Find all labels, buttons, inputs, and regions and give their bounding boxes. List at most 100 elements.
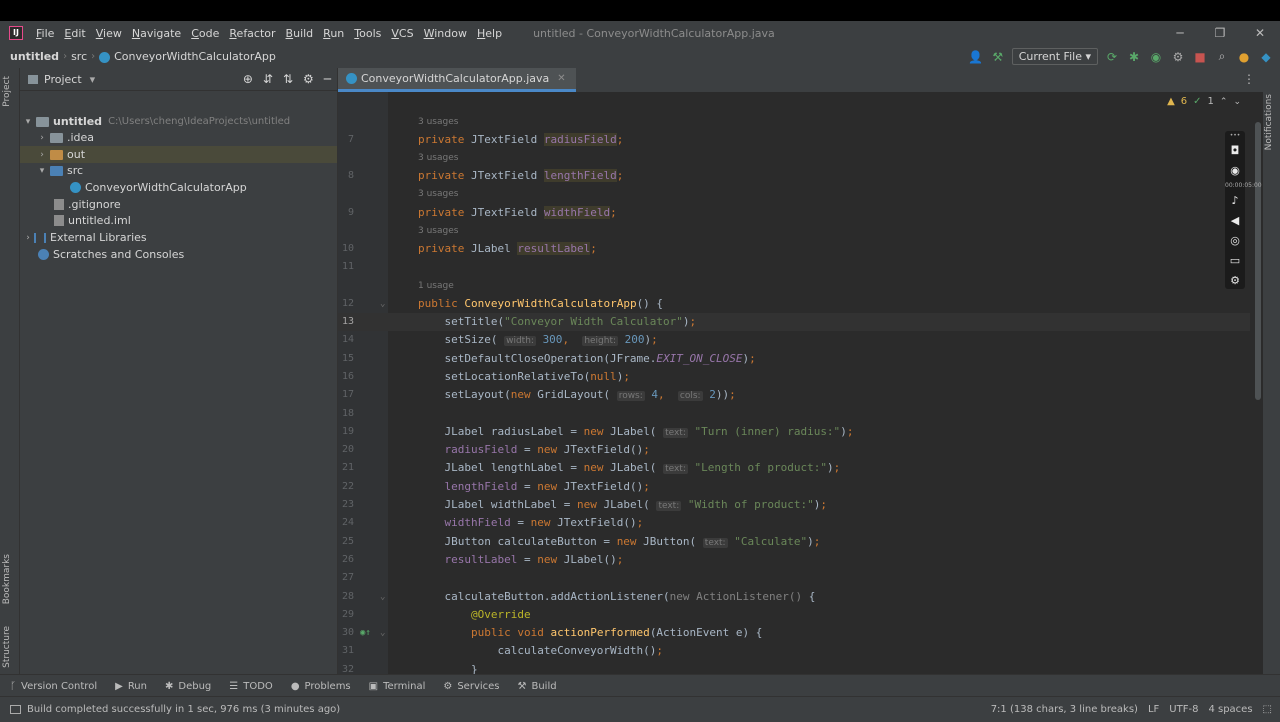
chevron-down-icon[interactable]: ▾ — [36, 166, 48, 176]
record-icon[interactable]: ◉ — [1225, 161, 1245, 181]
user-icon[interactable]: 👤 — [968, 50, 984, 64]
code-line: 23 JLabel widthLabel = new JLabel( text:… — [338, 496, 1250, 514]
camera-icon[interactable]: ◘ — [1225, 141, 1245, 161]
collapse-all-icon[interactable]: ⇅ — [283, 72, 293, 86]
chevron-up-icon[interactable]: ⌃ — [1220, 97, 1228, 107]
gear-icon[interactable]: ⚙ — [1225, 271, 1245, 291]
tool-window-version-control[interactable]: ᚴ Version Control — [10, 681, 97, 692]
more-icon[interactable]: ⋮ — [1243, 72, 1255, 86]
menu-help[interactable]: Help — [472, 27, 507, 40]
run-config-selector[interactable]: Current File ▾ — [1011, 48, 1098, 65]
code-line: 12 ⌄ public ConveyorWidthCalculatorApp() { — [338, 295, 1250, 313]
tool-window-run[interactable]: ▶ Run — [115, 681, 147, 692]
code-line: 20 radiusField = new JTextField(); — [338, 441, 1250, 459]
minimize-icon[interactable]: ─ — [1160, 21, 1200, 45]
project-pane-title[interactable]: Project — [44, 73, 82, 86]
hide-icon[interactable]: ─ — [324, 72, 331, 86]
speaker-icon[interactable]: ◀ — [1225, 211, 1245, 231]
tree-item-gitignore[interactable]: .gitignore — [20, 196, 337, 213]
right-tool-strip: Notifications — [1262, 68, 1280, 674]
chevron-right-icon[interactable]: › — [22, 233, 34, 243]
rerun-icon[interactable]: ⟳ — [1104, 50, 1120, 64]
chevron-down-icon[interactable]: ▾ — [22, 117, 34, 127]
stop-icon[interactable]: ■ — [1192, 50, 1208, 64]
debug-bug-icon[interactable]: ✱ — [1126, 50, 1142, 64]
search-icon[interactable]: ⌕ — [1214, 49, 1230, 64]
project-tool-tab[interactable]: Project — [2, 76, 12, 107]
drag-handle-icon[interactable]: ••• — [1225, 131, 1245, 141]
breadcrumb-file[interactable]: ConveyorWidthCalculatorApp — [95, 50, 280, 63]
navigation-bar: untitled › src › ConveyorWidthCalculator… — [0, 45, 1280, 69]
play-icon: ▶ — [115, 680, 123, 692]
lock-icon[interactable]: ⬚ — [1263, 704, 1272, 715]
override-marker-icon[interactable]: ◉↑ — [360, 624, 371, 642]
locate-file-icon[interactable]: ⊕ — [243, 72, 253, 86]
menu-edit[interactable]: Edit — [59, 27, 90, 40]
chevron-right-icon[interactable]: › — [36, 150, 48, 160]
tool-window-todo[interactable]: ☰ TODO — [229, 681, 273, 692]
menu-code[interactable]: Code — [186, 27, 224, 40]
breadcrumb-project[interactable]: untitled — [0, 50, 63, 63]
tree-item-label: .gitignore — [68, 198, 121, 211]
toggle-panel-icon[interactable] — [10, 705, 21, 714]
editor-scrollbar[interactable] — [1253, 122, 1263, 462]
tree-item-untitled[interactable]: ▾ untitled C:\Users\cheng\IdeaProjects\u… — [20, 113, 337, 130]
expand-all-icon[interactable]: ⇵ — [263, 72, 273, 86]
tree-item-scratches[interactable]: Scratches and Consoles — [20, 246, 337, 263]
line-number: 10 — [341, 243, 354, 254]
restore-icon[interactable]: ❐ — [1200, 21, 1240, 45]
menu-refactor[interactable]: Refactor — [224, 27, 280, 40]
caret-position[interactable]: 7:1 (138 chars, 3 line breaks) — [991, 704, 1138, 715]
tab-conveyor-width-calculator[interactable]: ConveyorWidthCalculatorApp.java ✕ — [338, 68, 576, 92]
close-icon[interactable]: ✕ — [1240, 21, 1280, 45]
tool-window-problems[interactable]: ● Problems — [291, 681, 351, 692]
menu-run[interactable]: Run — [318, 27, 349, 40]
screen-icon[interactable]: ▭ — [1225, 251, 1245, 271]
breadcrumb-folder[interactable]: src — [67, 50, 91, 63]
tree-item-class-file[interactable]: ConveyorWidthCalculatorApp — [20, 179, 337, 196]
coverage-icon[interactable]: ◉ — [1148, 50, 1164, 64]
indent-setting[interactable]: 4 spaces — [1208, 704, 1252, 715]
menu-window[interactable]: Window — [419, 27, 472, 40]
fold-icon[interactable]: ⌄ — [380, 588, 385, 606]
profiler-icon[interactable]: ⚙ — [1170, 50, 1186, 64]
chevron-down-icon[interactable]: ⌄ — [1233, 97, 1241, 107]
gear-icon[interactable]: ⚙ — [303, 72, 314, 86]
tool-window-services[interactable]: ⚙ Services — [443, 681, 499, 692]
menu-file[interactable]: File — [31, 27, 59, 40]
line-separator[interactable]: LF — [1148, 704, 1159, 715]
webcam-icon[interactable]: ◎ — [1225, 231, 1245, 251]
tool-window-label: Problems — [304, 680, 351, 692]
scrollbar-thumb[interactable] — [1255, 122, 1261, 400]
bookmarks-tool-tab[interactable]: Bookmarks — [2, 554, 12, 604]
plugin-icon[interactable]: ◆ — [1258, 50, 1274, 64]
structure-tool-tab[interactable]: Structure — [2, 626, 12, 668]
menu-navigate[interactable]: Navigate — [127, 27, 186, 40]
chevron-right-icon[interactable]: › — [36, 133, 48, 143]
tree-item-external-libraries[interactable]: › External Libraries — [20, 229, 337, 246]
tree-item-out[interactable]: › out — [20, 146, 337, 163]
fold-icon[interactable]: ⌄ — [380, 295, 385, 313]
notifications-tool-tab[interactable]: Notifications — [1264, 94, 1274, 150]
menu-tools[interactable]: Tools — [349, 27, 386, 40]
code-editor[interactable]: ▲ 6 ✓ 1 ⌃ ⌄ 3 usages 7 private JTextField r… — [338, 92, 1263, 674]
menu-build[interactable]: Build — [281, 27, 319, 40]
tree-item-idea[interactable]: › .idea — [20, 129, 337, 146]
menu-vcs[interactable]: VCS — [386, 27, 418, 40]
close-tab-icon[interactable]: ✕ — [557, 73, 565, 84]
tool-window-build[interactable]: ⚒ Build — [518, 681, 557, 692]
fold-icon[interactable]: ⌄ — [380, 624, 385, 642]
build-hammer-icon[interactable]: ⚒ — [990, 50, 1006, 64]
status-message[interactable]: Build completed successfully in 1 sec, 9… — [27, 704, 340, 715]
menu-view[interactable]: View — [91, 27, 127, 40]
microphone-icon[interactable]: ♪ — [1225, 191, 1245, 211]
updates-icon[interactable]: ● — [1236, 50, 1252, 64]
tree-item-src[interactable]: ▾ src — [20, 162, 337, 179]
line-number: 23 — [341, 499, 354, 510]
tree-item-iml[interactable]: untitled.iml — [20, 212, 337, 229]
inspection-widget[interactable]: ▲ 6 ✓ 1 ⌃ ⌄ — [1167, 96, 1241, 107]
tool-window-debug[interactable]: ✱ Debug — [165, 681, 211, 692]
tool-window-terminal[interactable]: ▣ Terminal — [369, 681, 426, 692]
chevron-down-icon[interactable]: ▾ — [90, 73, 96, 86]
file-encoding[interactable]: UTF-8 — [1169, 704, 1198, 715]
